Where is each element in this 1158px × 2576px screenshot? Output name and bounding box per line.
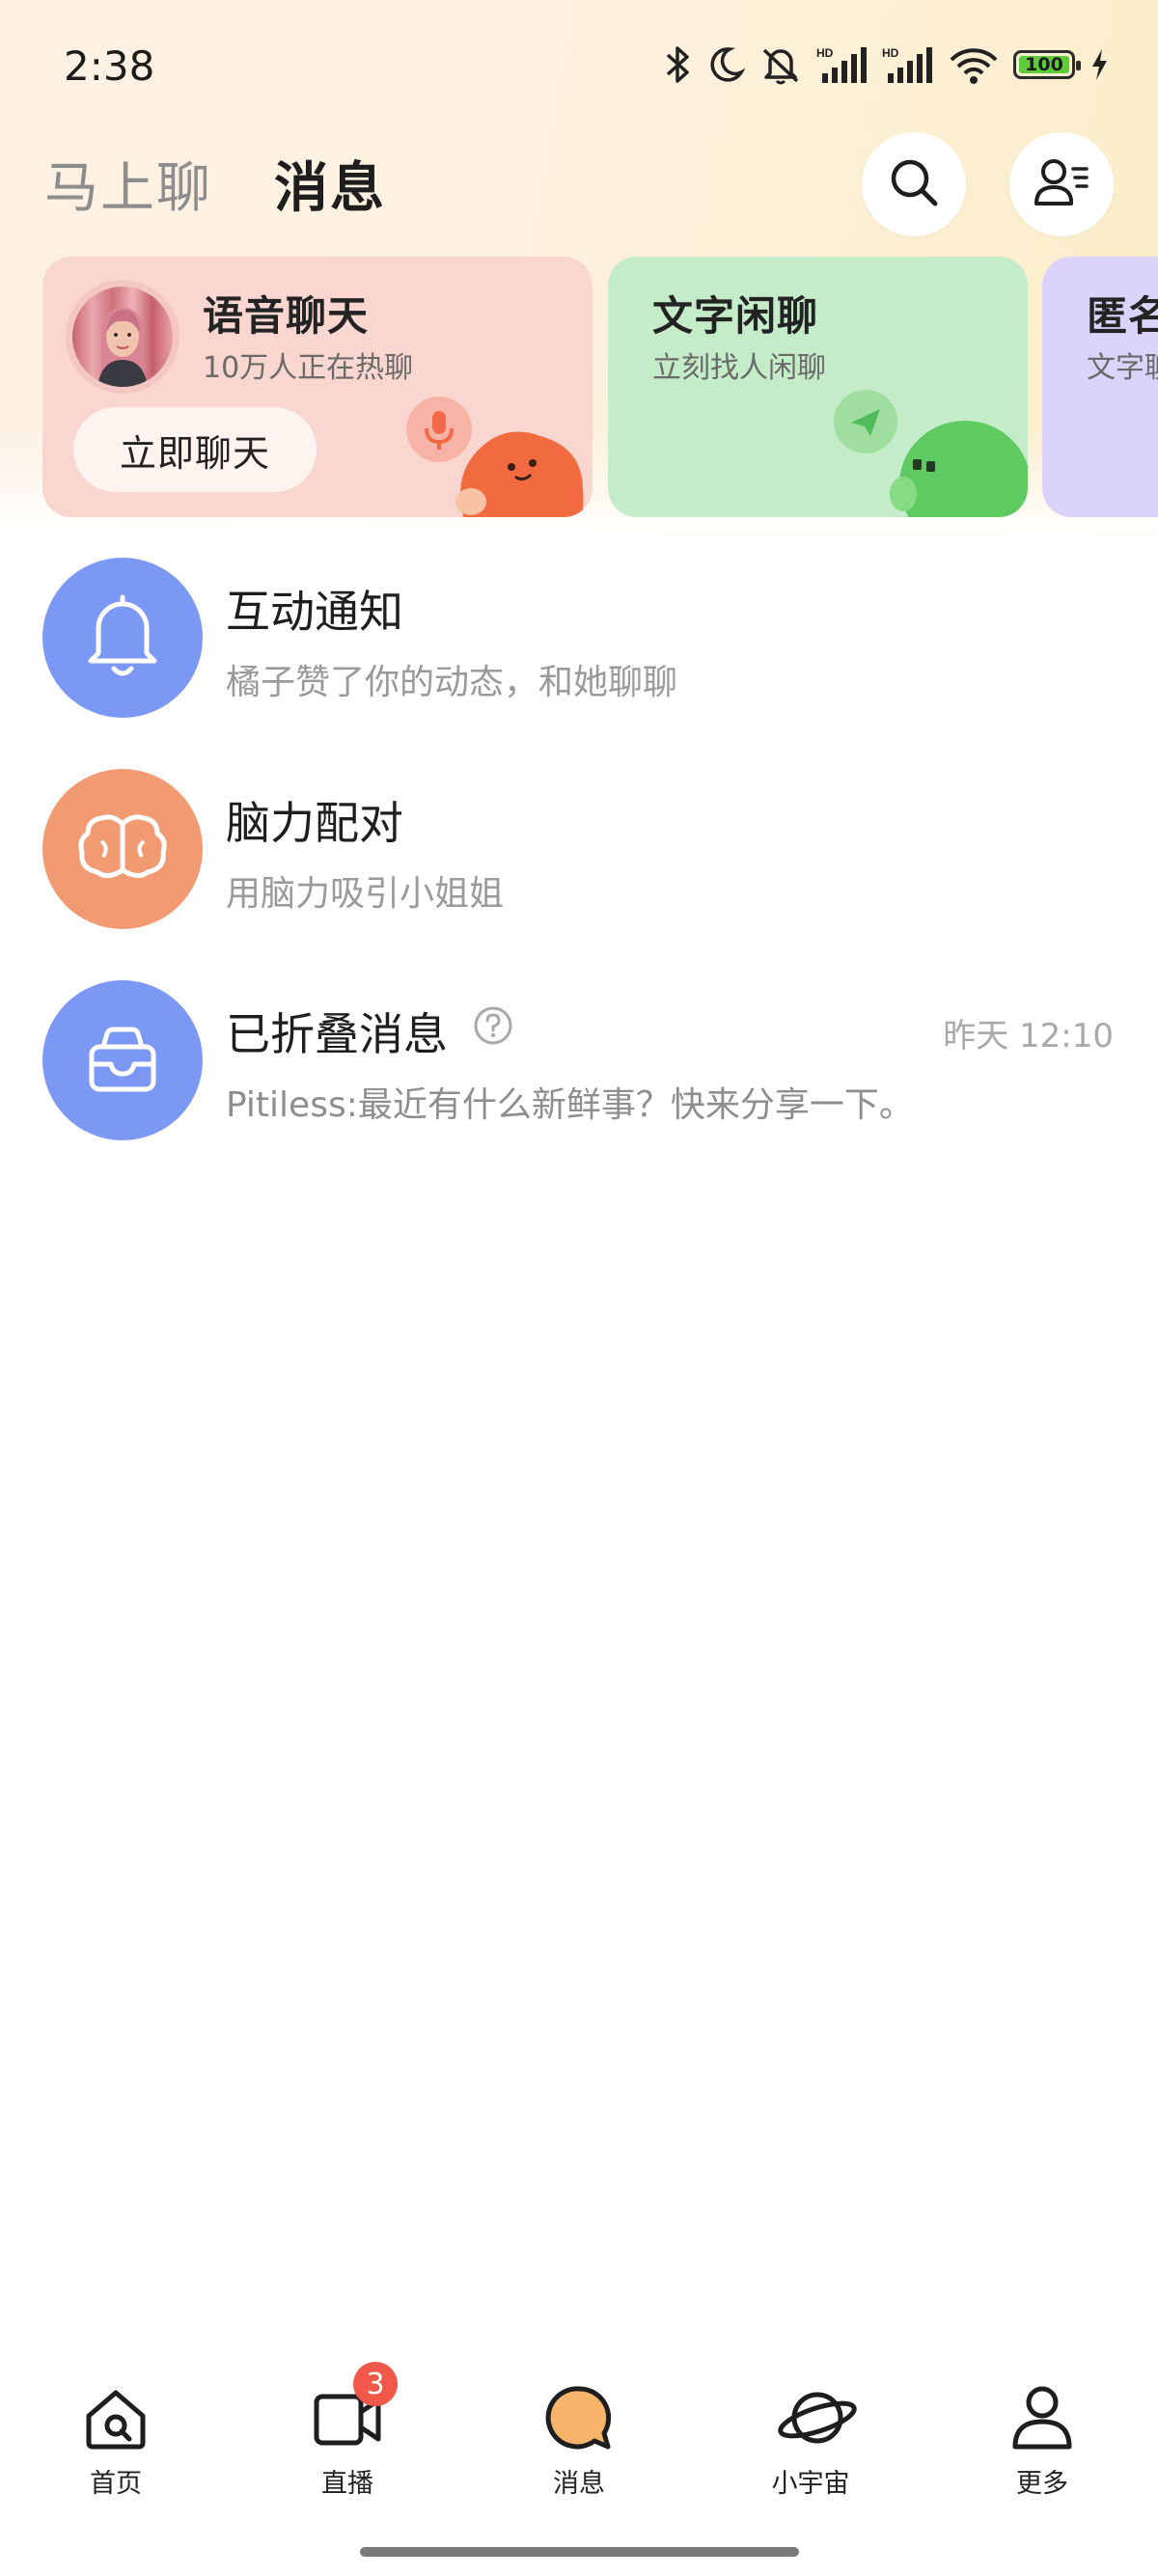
svg-text:HD: HD [882, 46, 899, 60]
nav-more[interactable]: 更多 [965, 2383, 1119, 2508]
help-icon[interactable] [473, 1005, 513, 1050]
bell-icon [81, 589, 164, 686]
orange-mascot-icon [448, 407, 593, 517]
text-chat-card[interactable]: 文字闲聊 立刻找人闲聊 [608, 257, 1028, 517]
nav-messages[interactable]: 消息 [502, 2383, 656, 2508]
nav-universe[interactable]: 小宇宙 [733, 2383, 888, 2508]
voice-chat-card[interactable]: 语音聊天 10万人正在热聊 立即聊天 [42, 257, 593, 517]
video-icon: 3 [313, 2362, 398, 2453]
voice-chat-title: 语音聊天 [203, 292, 370, 340]
brain-avatar [42, 769, 203, 929]
home-indicator[interactable] [360, 2547, 799, 2557]
message-time: 昨天 12:10 [943, 1017, 1114, 1055]
message-name: 互动通知 [226, 586, 403, 638]
notice-avatar [42, 558, 203, 718]
nav-label: 首页 [90, 2469, 142, 2499]
list-item-interaction-notice[interactable]: 互动通知 橘子赞了你的动态，和她聊聊 [0, 558, 1158, 751]
svg-text:HD: HD [816, 46, 834, 60]
message-icon [544, 2383, 614, 2453]
green-mascot-icon [884, 401, 1028, 517]
nav-label: 消息 [553, 2469, 605, 2499]
nav-live[interactable]: 3 直播 [270, 2362, 425, 2508]
list-item-folded-messages[interactable]: 已折叠消息 昨天 12:10 Pitiless:最近有什么新鲜事？快来分享一下。 [0, 980, 1158, 1173]
anonymous-chat-card[interactable]: 匿名 文字聊 [1042, 257, 1158, 517]
charging-icon [1089, 47, 1110, 82]
brain-icon [74, 808, 171, 890]
nav-label: 直播 [321, 2469, 373, 2499]
moon-icon [708, 45, 745, 84]
home-icon [81, 2383, 151, 2453]
text-chat-title: 文字闲聊 [652, 292, 819, 340]
search-button[interactable] [862, 132, 966, 236]
nav-label: 更多 [1016, 2469, 1068, 2499]
nav-label: 小宇宙 [771, 2469, 850, 2499]
battery-level: 100 [1025, 54, 1063, 75]
planet-icon [776, 2383, 857, 2453]
message-name: 脑力配对 [226, 797, 403, 849]
avatar-image [72, 287, 173, 387]
header-tabs: 马上聊 消息 [44, 145, 386, 223]
bluetooth-icon [662, 44, 695, 85]
avatar [66, 280, 179, 394]
signal-hd-1-icon: HD [816, 44, 868, 85]
status-icons: HD HD 100 [662, 44, 1110, 85]
tab-chat-now[interactable]: 马上聊 [44, 145, 212, 223]
inbox-icon [84, 1022, 161, 1099]
anonymous-chat-title: 匿名 [1087, 292, 1158, 340]
anonymous-chat-subtitle: 文字聊 [1087, 351, 1158, 385]
message-preview: Pitiless:最近有什么新鲜事？快来分享一下。 [226, 1085, 914, 1125]
search-icon [887, 155, 941, 213]
tab-messages[interactable]: 消息 [274, 145, 386, 223]
chat-now-button[interactable]: 立即聊天 [73, 407, 317, 492]
status-time: 2:38 [64, 42, 155, 90]
list-item-brain-match[interactable]: 脑力配对 用脑力吸引小姐姐 [0, 769, 1158, 962]
text-chat-subtitle: 立刻找人闲聊 [652, 351, 826, 385]
bell-muted-icon [758, 44, 803, 85]
wifi-icon [948, 44, 1000, 85]
bottom-nav: 首页 3 直播 消息 小宇宙 更多 [0, 2362, 1158, 2518]
person-icon [1007, 2383, 1077, 2453]
contacts-button[interactable] [1009, 132, 1114, 236]
battery-icon: 100 [1013, 50, 1081, 79]
signal-hd-2-icon: HD [882, 44, 934, 85]
nav-home[interactable]: 首页 [39, 2383, 193, 2508]
voice-chat-subtitle: 10万人正在热聊 [203, 351, 414, 385]
status-bar: 2:38 HD HD 100 [0, 0, 1158, 135]
message-preview: 用脑力吸引小姐姐 [226, 874, 505, 914]
contacts-icon [1033, 155, 1090, 213]
message-preview: 橘子赞了你的动态，和她聊聊 [226, 663, 678, 702]
live-badge: 3 [353, 2362, 398, 2406]
folded-avatar [42, 980, 203, 1140]
message-name: 已折叠消息 [226, 1008, 448, 1060]
